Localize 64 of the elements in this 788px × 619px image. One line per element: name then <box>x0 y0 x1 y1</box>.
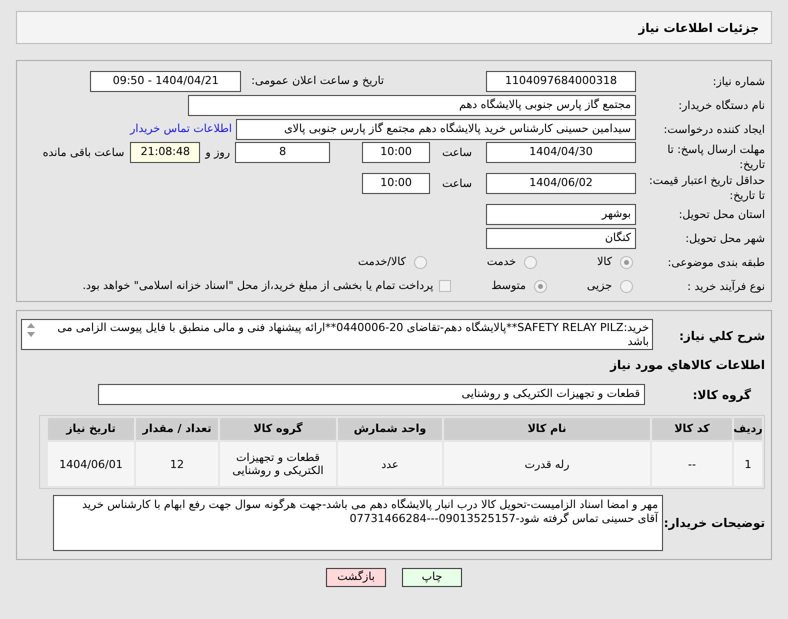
announce-date-field[interactable]: 1404/04/21 - 09:50 <box>90 70 242 92</box>
field-label: ایجاد کننده درخواست: <box>662 122 766 136</box>
column-header: گروه کالا <box>220 418 336 440</box>
field-label: ساعت باقی مانده <box>42 145 124 161</box>
radio-button[interactable] <box>414 256 427 268</box>
field-label: توضیحات خریدار: <box>663 515 766 532</box>
deadline-date-field[interactable]: 1404/04/30 <box>486 142 636 163</box>
table-cell: قطعات و تجهیزات الکتریکی و روشنایی <box>220 442 336 486</box>
field-label: شماره نیاز: <box>712 74 766 88</box>
field-label: نام دستگاه خریدار: <box>677 98 766 112</box>
radio-label: کالا <box>597 254 612 270</box>
field-label: شهر محل تحویل: <box>684 230 766 246</box>
table-cell: 12 <box>136 442 218 486</box>
field-label: گروه کالا: <box>692 386 752 404</box>
radio-label: جزیی <box>586 278 612 294</box>
requester-field[interactable]: سیدامین حسینی کارشناس خرید پالایشگاه دهم مجتمع گاز پارس جنوبی پالای <box>236 118 636 140</box>
radio-button[interactable] <box>620 280 633 292</box>
table-cell: 1404/06/01 <box>48 442 134 486</box>
column-header: تعداد / مقدار <box>136 418 218 440</box>
field-label: مهلت ارسال پاسخ: تا تاریخ: <box>666 142 766 172</box>
column-header: تاریخ نیاز <box>48 418 134 440</box>
column-header: کد کالا <box>652 418 732 440</box>
column-header: نام کالا <box>444 418 650 440</box>
radio-label: خدمت <box>486 254 516 270</box>
print-button[interactable]: چاپ <box>402 568 462 587</box>
table-cell: -- <box>652 442 732 486</box>
field-label: ساعت <box>442 145 472 161</box>
checkbox[interactable] <box>439 280 452 292</box>
checkbox-label: پرداخت تمام یا بخشی از مبلغ خرید،از محل "اسناد خزانه اسلامی" خواهد بود. <box>82 278 434 294</box>
scroll-arrows-icon[interactable] <box>25 322 37 338</box>
description-field[interactable]: خرید:SAFETY RELAY PILZ**پالایشگاه دهم-تقاضای 20-0440006**ارائه پیشنهاد فنی و مالی منطبق با فایل پیوست الزامی می باشد <box>21 319 653 350</box>
field-label: ساعت <box>442 176 472 192</box>
radio-label: متوسط <box>491 278 526 294</box>
section-title: اطلاعات کالاهاي مورد نياز <box>608 357 766 374</box>
table-cell: عدد <box>338 442 442 486</box>
buyer-notes-field[interactable]: مهر و امضا اسناد الزامیست-تحویل کالا درب انبار پالایشگاه دهم می باشد-جهت هرگونه سوال جهت رفع ابهام با کارشناس خرید آقای حسینی تماس گرفته شود-09013525157---07731466284 <box>53 495 663 551</box>
goods-group-field[interactable]: قطعات و تجهیزات الکتریکی و روشنایی <box>98 384 645 405</box>
field-label: نوع فرآیند خرید : <box>686 278 766 294</box>
radio-button[interactable] <box>524 256 538 268</box>
column-header: ردیف <box>734 418 762 440</box>
field-label: شرح کلي نياز: <box>678 328 766 345</box>
days-field[interactable]: 8 <box>235 142 330 163</box>
province-field[interactable]: بوشهر <box>486 204 636 225</box>
radio-label: کالا/خدمت <box>358 254 406 270</box>
radio-button[interactable] <box>620 256 633 268</box>
city-field[interactable]: کنگان <box>486 228 636 248</box>
column-header: واحد شمارش <box>338 418 442 440</box>
validity-date-field[interactable]: 1404/06/02 <box>486 173 636 194</box>
radio-button[interactable] <box>534 280 547 292</box>
validity-time-field[interactable]: 10:00 <box>362 173 430 194</box>
deadline-time-field[interactable]: 10:00 <box>362 142 430 163</box>
contact-link[interactable]: اطلاعات تماس خریدار <box>130 120 232 138</box>
page-header: جزئیات اطلاعات نیاز <box>16 11 772 44</box>
need-number-field[interactable]: 1104097684000318 <box>486 70 636 92</box>
field-label: تاریخ و ساعت اعلان عمومی: <box>251 72 384 89</box>
field-label: روز و <box>205 145 230 161</box>
buyer-field[interactable]: مجتمع گاز پارس جنوبی پالایشگاه دهم <box>188 94 636 116</box>
table-cell: 1 <box>734 442 762 486</box>
table-cell: رله قدرت <box>444 442 650 486</box>
field-label: طبقه بندی موضوعی: <box>666 254 766 270</box>
field-label: حداقل تاریخ اعتبار قیمت: تا تاریخ: <box>648 173 766 203</box>
remaining-time-field[interactable]: 21:08:48 <box>130 142 200 163</box>
back-button[interactable]: بازگشت <box>326 568 386 587</box>
field-label: استان محل تحویل: <box>678 207 766 222</box>
